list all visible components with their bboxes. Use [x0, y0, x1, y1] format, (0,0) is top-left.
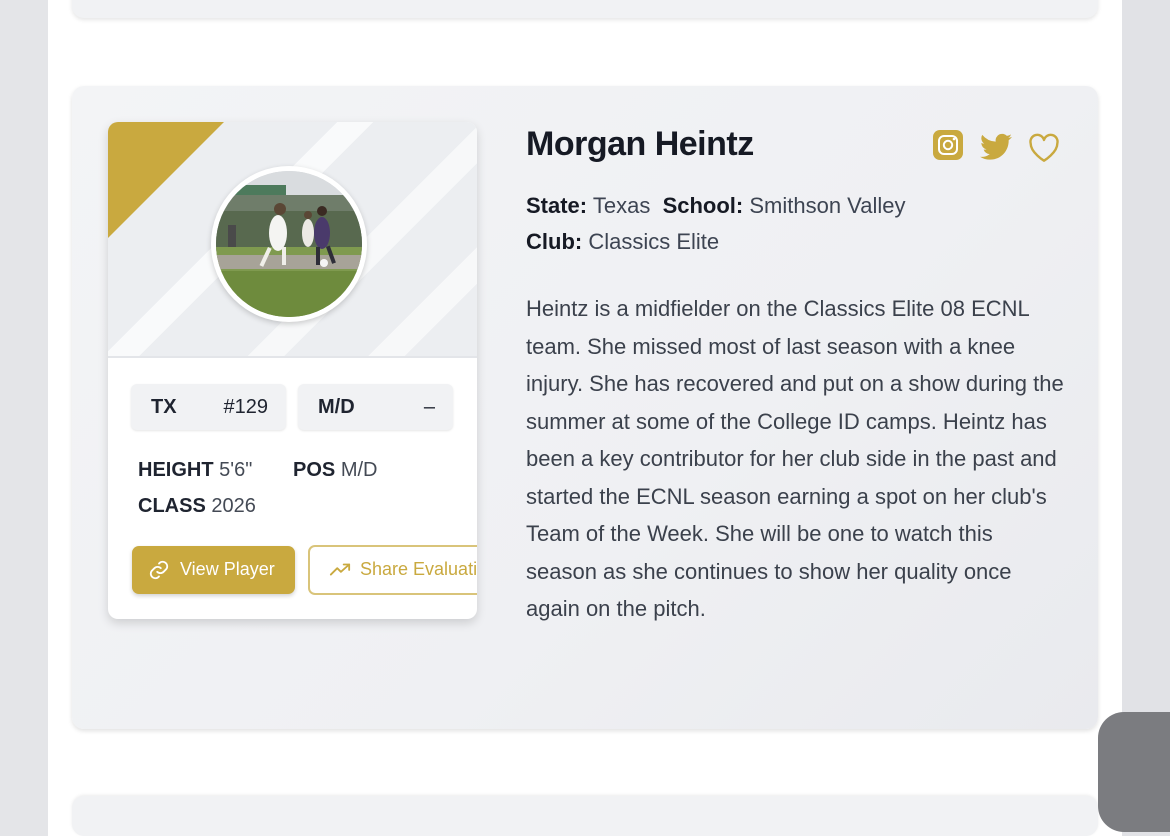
- pos-label: POS: [293, 459, 336, 481]
- heart-icon[interactable]: [1028, 133, 1060, 167]
- player-photo: [216, 171, 362, 317]
- card-header: [108, 122, 477, 358]
- school-label: School:: [662, 193, 744, 218]
- height-stat: HEIGHT 5'6": [138, 459, 252, 482]
- state-value: Texas: [592, 193, 651, 218]
- height-value: 5'6": [219, 459, 253, 481]
- class-label: CLASS: [138, 495, 206, 517]
- club-value: Classics Elite: [588, 229, 720, 254]
- height-label: HEIGHT: [138, 459, 214, 481]
- class-stat: CLASS 2026: [138, 495, 256, 518]
- instagram-icon[interactable]: [933, 130, 963, 164]
- position-rank: –: [423, 396, 435, 418]
- class-value: 2026: [211, 495, 256, 517]
- share-evaluation-label: Share Evaluation: [360, 559, 477, 579]
- pos-stat: POS M/D: [293, 459, 377, 482]
- next-player-card: [72, 796, 1098, 836]
- position-pill-label: M/D: [318, 396, 355, 418]
- school-value: Smithson Valley: [749, 193, 906, 218]
- pos-value: M/D: [340, 459, 378, 481]
- view-player-label: View Player: [180, 559, 275, 579]
- state-label: State:: [526, 193, 588, 218]
- state-rank-pill: TX #129: [131, 384, 286, 430]
- previous-player-card: [72, 0, 1098, 18]
- state-school-line: State: Texas School: Smithson Valley: [526, 193, 905, 219]
- club-line: Club: Classics Elite: [526, 229, 719, 255]
- twitter-icon[interactable]: [980, 133, 1012, 165]
- view-player-button[interactable]: View Player: [132, 546, 295, 594]
- gold-corner-accent: [108, 122, 224, 238]
- player-bio: Heintz is a midfielder on the Classics E…: [526, 296, 1064, 621]
- rank-number: #129: [223, 396, 269, 418]
- link-icon: [148, 559, 170, 586]
- avatar[interactable]: [211, 166, 367, 322]
- player-name: Morgan Heintz: [526, 125, 754, 163]
- scroll-handle[interactable]: [1098, 712, 1170, 832]
- trending-up-icon: [328, 559, 352, 586]
- player-profile-card: TX #129 M/D – HEIGHT 5'6" POS M/D CLASS …: [108, 122, 477, 619]
- rank-state: TX: [151, 396, 177, 418]
- position-rank-pill: M/D –: [298, 384, 453, 430]
- club-label: Club:: [526, 229, 583, 254]
- share-evaluation-button[interactable]: Share Evaluation: [308, 545, 477, 595]
